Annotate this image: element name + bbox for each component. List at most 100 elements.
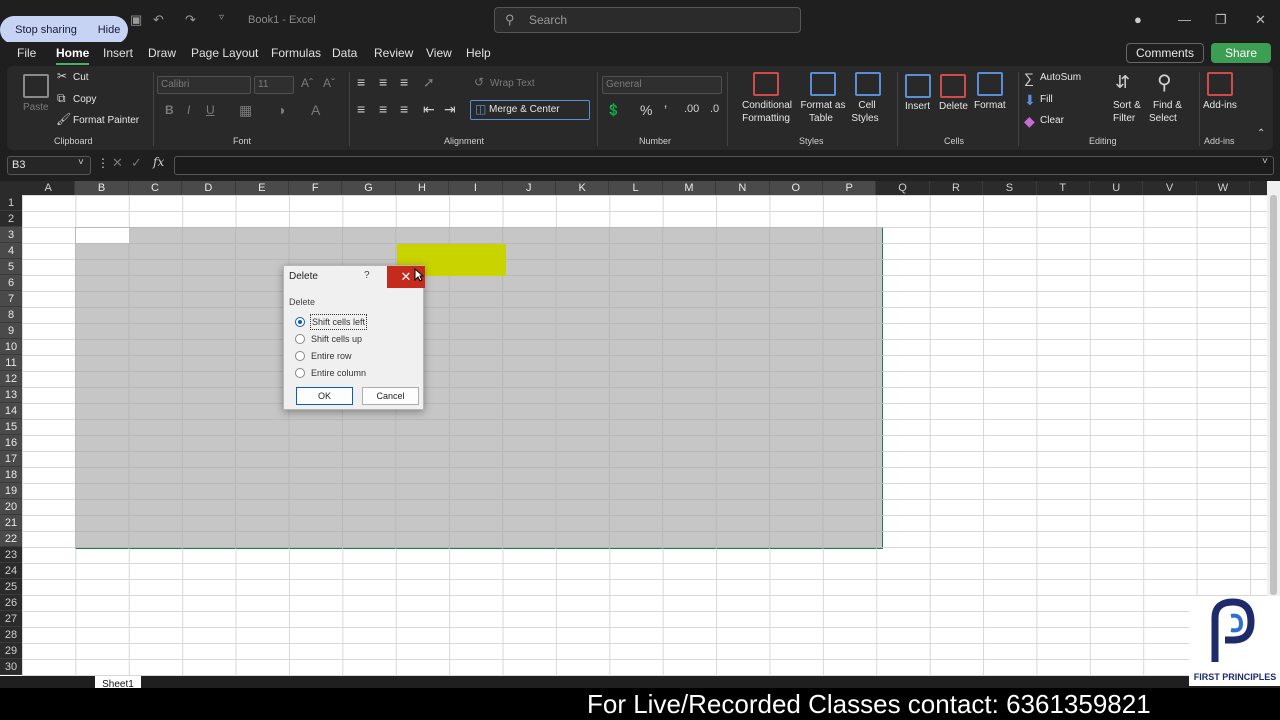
tab-home[interactable]: Home	[56, 46, 90, 65]
add-ins-button[interactable]: Add-ins	[1203, 100, 1237, 111]
align-left-icon[interactable]: ≡	[357, 101, 365, 117]
column-header[interactable]: G	[342, 181, 396, 195]
active-cell[interactable]	[76, 228, 129, 243]
column-header[interactable]: V	[1143, 181, 1197, 195]
accounting-format-icon[interactable]: 💲	[606, 103, 621, 117]
comments-button[interactable]: Comments	[1126, 43, 1204, 63]
undo-icon[interactable]: ↶	[153, 12, 164, 28]
tab-formulas[interactable]: Formulas	[271, 46, 321, 60]
save-icon[interactable]: ▣	[130, 12, 142, 28]
merge-center-button[interactable]: ◫ Merge & Center	[470, 100, 590, 120]
copy-button[interactable]: Copy	[73, 94, 96, 105]
confirm-entry-icon[interactable]: ✓	[131, 155, 142, 171]
row-header[interactable]: 19	[0, 483, 22, 499]
column-header[interactable]: S	[983, 181, 1037, 195]
align-top-icon[interactable]: ≡	[357, 74, 365, 90]
help-icon[interactable]: ?	[364, 270, 370, 281]
cell-styles-label1[interactable]: Cell	[852, 100, 882, 111]
increase-indent-icon[interactable]: ⇥	[444, 101, 456, 118]
share-button[interactable]: Share	[1211, 43, 1271, 63]
tab-page-layout[interactable]: Page Layout	[191, 46, 258, 60]
tab-review[interactable]: Review	[374, 46, 413, 60]
radio-icon[interactable]	[295, 368, 305, 378]
row-header[interactable]: 14	[0, 403, 22, 419]
row-header[interactable]: 17	[0, 451, 22, 467]
column-header[interactable]: T	[1037, 181, 1090, 195]
row-header[interactable]: 20	[0, 499, 22, 515]
restore-icon[interactable]: ❐	[1215, 12, 1227, 28]
column-header[interactable]: I	[449, 181, 503, 195]
row-header[interactable]: 9	[0, 323, 22, 339]
row-header[interactable]: 29	[0, 643, 22, 659]
column-header[interactable]: M	[662, 181, 717, 195]
autosum-button[interactable]: AutoSum	[1040, 72, 1081, 83]
tab-insert[interactable]: Insert	[103, 46, 133, 60]
column-header[interactable]: A	[22, 181, 76, 195]
close-window-icon[interactable]: ✕	[1255, 12, 1266, 28]
search-box[interactable]: ⚲ Search	[494, 7, 801, 33]
more-options-icon[interactable]: ⋮	[97, 156, 109, 170]
row-header[interactable]: 6	[0, 275, 22, 291]
column-header[interactable]: F	[289, 181, 343, 195]
clear-button[interactable]: Clear	[1040, 115, 1064, 126]
paste-icon[interactable]	[23, 74, 49, 98]
increase-font-icon[interactable]: Aˆ	[301, 76, 313, 90]
percent-icon[interactable]: %	[640, 102, 652, 118]
format-painter-button[interactable]: Format Painter	[73, 115, 139, 126]
row-header[interactable]: 18	[0, 467, 22, 483]
tab-draw[interactable]: Draw	[148, 46, 176, 60]
italic-icon[interactable]: I	[187, 103, 190, 117]
column-header[interactable]: W	[1197, 181, 1251, 195]
row-header[interactable]: 11	[0, 355, 22, 371]
decrease-font-icon[interactable]: Aˇ	[323, 76, 335, 90]
tab-view[interactable]: View	[426, 46, 452, 60]
name-box-dropdown-icon[interactable]: ˅	[78, 157, 84, 168]
format-cells-button[interactable]: Format	[974, 100, 1006, 111]
underline-icon[interactable]: U	[206, 103, 215, 117]
wrap-text-button[interactable]: Wrap Text	[490, 78, 535, 89]
increase-decimal-icon[interactable]: .00	[684, 103, 699, 115]
font-name-box[interactable]: Calibri	[157, 76, 251, 94]
account-icon[interactable]: ●	[1134, 12, 1142, 27]
hide-button[interactable]: Hide	[92, 16, 126, 44]
radio-icon[interactable]	[295, 351, 305, 361]
column-header[interactable]: B	[75, 181, 129, 195]
fill-color-icon[interactable]: ◑	[277, 102, 285, 118]
row-header[interactable]: 10	[0, 339, 22, 355]
column-header[interactable]: Q	[876, 181, 930, 195]
ok-button[interactable]: OK	[296, 387, 353, 405]
comma-style-icon[interactable]: ’	[664, 102, 667, 118]
row-header[interactable]: 24	[0, 563, 22, 579]
row-header[interactable]: 21	[0, 515, 22, 531]
tab-file[interactable]: File	[17, 46, 36, 60]
row-header[interactable]: 23	[0, 547, 22, 563]
row-header[interactable]: 5	[0, 259, 22, 275]
row-header[interactable]: 16	[0, 435, 22, 451]
row-header[interactable]: 15	[0, 419, 22, 435]
worksheet-grid[interactable]: ABCDEFGHIJKLMNOPQRSTUVW 1 2 3 4 5 6 7 8 9 10 11 12 1…	[0, 181, 1280, 676]
conditional-formatting-label1[interactable]: Conditional	[740, 100, 794, 111]
font-size-box[interactable]: 11	[254, 76, 294, 94]
sort-filter-label1[interactable]: Sort &	[1113, 100, 1141, 111]
cancel-button[interactable]: Cancel	[362, 387, 419, 405]
row-header[interactable]: 25	[0, 579, 22, 595]
cut-button[interactable]: Cut	[73, 72, 89, 83]
tab-data[interactable]: Data	[332, 46, 357, 60]
column-header[interactable]: K	[556, 181, 610, 195]
borders-icon[interactable]: ▦	[239, 102, 252, 119]
redo-icon[interactable]: ↷	[185, 12, 196, 28]
column-header[interactable]: O	[769, 181, 823, 195]
column-header[interactable]: L	[609, 181, 663, 195]
row-header[interactable]: 26	[0, 595, 22, 611]
conditional-formatting-label2[interactable]: Formatting	[736, 113, 796, 124]
row-header[interactable]: 7	[0, 291, 22, 307]
formula-input[interactable]	[174, 156, 1274, 175]
column-header[interactable]: U	[1090, 181, 1144, 195]
find-select-label1[interactable]: Find &	[1153, 100, 1182, 111]
find-select-label2[interactable]: Select	[1149, 113, 1177, 124]
expand-formula-bar-icon[interactable]: ˅	[1262, 156, 1268, 167]
row-header[interactable]: 28	[0, 627, 22, 643]
row-header[interactable]: 4	[0, 243, 22, 259]
cell-styles-label2[interactable]: Styles	[847, 113, 883, 124]
radio-icon[interactable]	[295, 334, 305, 344]
